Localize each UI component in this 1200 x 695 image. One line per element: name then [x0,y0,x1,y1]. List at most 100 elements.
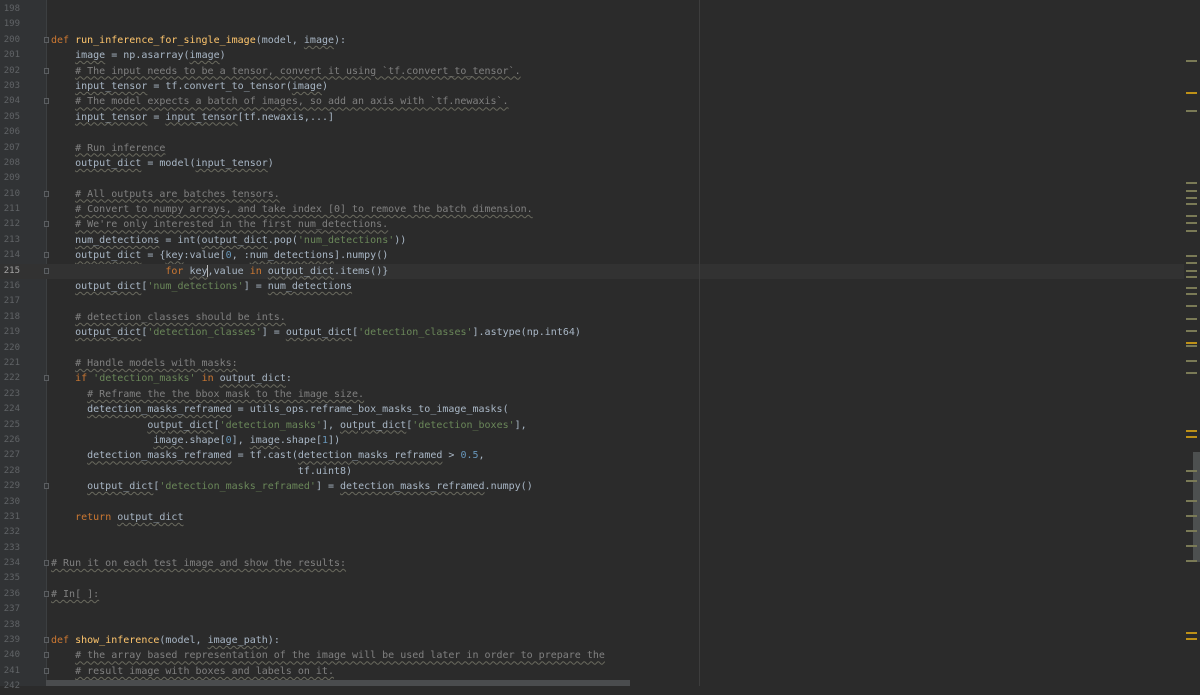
code-line[interactable]: 217 [0,294,1184,309]
fold-marker-icon[interactable] [44,36,49,43]
scroll-marker[interactable] [1186,276,1197,278]
scroll-marker[interactable] [1186,197,1197,199]
code-text: detection_masks_reframed = tf.cast(detec… [87,450,485,462]
code-line[interactable]: 229 output_dict['detection_masks_reframe… [0,479,1184,494]
code-line[interactable]: 202 # The input needs to be a tensor, co… [0,64,1184,79]
scroll-marker[interactable] [1186,560,1197,562]
code-line[interactable]: 238 [0,618,1184,633]
code-line[interactable]: 226 image.shape[0], image.shape[1]) [0,433,1184,448]
code-line[interactable]: 199 [0,17,1184,32]
fold-marker-icon[interactable] [44,652,49,659]
code-editor[interactable]: 198 199 200 def run_inference_for_single_im… [0,2,1184,695]
fold-marker-icon[interactable] [44,67,49,74]
scroll-marker[interactable] [1186,342,1197,344]
scroll-marker[interactable] [1186,530,1197,532]
scroll-marker[interactable] [1186,545,1197,547]
scroll-marker[interactable] [1186,190,1197,192]
scroll-marker[interactable] [1186,182,1197,184]
code-line[interactable]: 208 output_dict = model(input_tensor) [0,156,1184,171]
code-line[interactable]: 223 # Reframe the the bbox mask to the i… [0,387,1184,402]
code-line[interactable]: 204 # The model expects a batch of image… [0,94,1184,109]
scroll-marker[interactable] [1186,293,1197,295]
fold-marker-icon[interactable] [44,667,49,674]
fold-marker-icon[interactable] [44,190,49,197]
fold-marker-icon[interactable] [44,252,49,259]
code-line[interactable]: 219 output_dict['detection_classes'] = o… [0,325,1184,340]
scroll-marker[interactable] [1186,110,1197,112]
code-line[interactable]: 212 # We're only interested in the first… [0,217,1184,232]
scroll-marker[interactable] [1186,270,1197,272]
code-line[interactable]: 213 num_detections = int(output_dict.pop… [0,233,1184,248]
fold-marker-icon[interactable] [44,375,49,382]
scroll-marker[interactable] [1186,92,1197,94]
fold-marker-icon[interactable] [44,221,49,228]
scroll-marker[interactable] [1186,330,1197,332]
scroll-marker[interactable] [1186,470,1197,472]
scroll-marker[interactable] [1186,318,1197,320]
line-number: 220 [3,342,20,353]
code-line[interactable]: 240 # the array based representation of … [0,648,1184,663]
code-line[interactable]: 237 [0,602,1184,617]
code-line[interactable]: 225 output_dict['detection_masks'], outp… [0,418,1184,433]
code-line[interactable]: 231 return output_dict [0,510,1184,525]
scroll-marker[interactable] [1186,287,1197,289]
code-line[interactable]: 210 # All outputs are batches tensors. [0,187,1184,202]
scroll-marker[interactable] [1186,360,1197,362]
scroll-marker[interactable] [1186,480,1197,482]
scroll-marker[interactable] [1186,230,1197,232]
code-line[interactable]: 241 # result image with boxes and labels… [0,664,1184,679]
code-line[interactable]: 209 [0,171,1184,186]
code-line[interactable]: 215 for key,value in output_dict.items()… [0,263,1184,280]
scroll-marker[interactable] [1186,203,1197,205]
code-line[interactable]: 221 # Handle models with masks: [0,356,1184,371]
code-line[interactable]: 218 # detection_classes should be ints. [0,310,1184,325]
scroll-marker[interactable] [1186,345,1197,347]
code-line[interactable]: 200 def run_inference_for_single_image(mo… [0,33,1184,48]
code-line[interactable]: 216 output_dict['num_detections'] = num_… [0,279,1184,294]
code-line[interactable]: 201 image = np.asarray(image) [0,48,1184,63]
line-number: 236 [3,588,20,599]
line-number: 238 [3,619,20,630]
code-line[interactable]: 220 [0,341,1184,356]
code-line[interactable]: 203 input_tensor = tf.convert_to_tensor(… [0,79,1184,94]
code-line[interactable]: 198 [0,2,1184,17]
scroll-marker[interactable] [1186,60,1197,62]
code-line[interactable]: 214 output_dict = {key:value[0, :num_det… [0,248,1184,263]
scroll-marker[interactable] [1186,632,1197,634]
code-line[interactable]: 230 [0,495,1184,510]
code-line[interactable]: 233 [0,541,1184,556]
scroll-marker[interactable] [1186,500,1197,502]
fold-marker-icon[interactable] [44,560,49,567]
code-line[interactable]: 239 def show_inference(model, image_path)… [0,633,1184,648]
code-line[interactable]: 232 [0,525,1184,540]
scroll-marker[interactable] [1186,430,1197,432]
code-line[interactable]: 207 # Run inference [0,141,1184,156]
code-line[interactable]: 235 [0,571,1184,586]
code-line[interactable]: 211 # Convert to numpy arrays, and take … [0,202,1184,217]
line-number: 206 [3,127,20,138]
scroll-marker[interactable] [1186,436,1197,438]
scroll-marker[interactable] [1186,515,1197,517]
scroll-marker[interactable] [1186,305,1197,307]
horizontal-scrollbar[interactable] [46,680,630,686]
scroll-marker[interactable] [1186,638,1197,640]
fold-marker-icon[interactable] [44,267,49,274]
scroll-marker[interactable] [1186,215,1197,217]
fold-marker-icon[interactable] [44,98,49,105]
scroll-marker[interactable] [1186,222,1197,224]
fold-marker-icon[interactable] [44,637,49,644]
vertical-scrollbar[interactable] [1184,0,1200,686]
code-line[interactable]: 228 tf.uint8) [0,464,1184,479]
code-line[interactable]: 227 detection_masks_reframed = tf.cast(d… [0,448,1184,463]
fold-marker-icon[interactable] [44,483,49,490]
code-line[interactable]: 222 if 'detection_masks' in output_dict: [0,371,1184,386]
code-line[interactable]: 205 input_tensor = input_tensor[tf.newax… [0,110,1184,125]
scroll-marker[interactable] [1186,372,1197,374]
code-line[interactable]: 234 # Run it on each test image and show … [0,556,1184,571]
code-line[interactable]: 236 # In[ ]: [0,587,1184,602]
code-line[interactable]: 206 [0,125,1184,140]
scroll-marker[interactable] [1186,262,1197,264]
scroll-marker[interactable] [1186,255,1197,257]
fold-marker-icon[interactable] [44,590,49,597]
code-line[interactable]: 224 detection_masks_reframed = utils_ops… [0,402,1184,417]
